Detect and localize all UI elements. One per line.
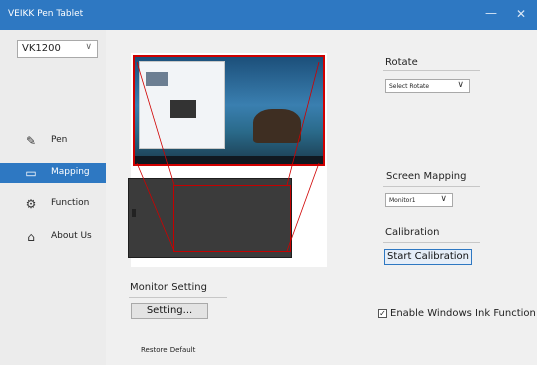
calibration-divider <box>383 242 480 243</box>
windows-ink-checkbox[interactable]: ✓ <box>378 309 387 318</box>
screen-mapping-select-value: Monitor1 <box>389 197 416 204</box>
model-select-value: VK1200 <box>22 43 61 54</box>
title-bar: VEIKK Pen Tablet — ✕ <box>0 0 537 30</box>
calibration-label: Calibration <box>385 227 440 238</box>
start-calibration-button[interactable]: Start Calibration <box>384 249 472 265</box>
sidebar-item-mapping[interactable]: ▭ Mapping <box>0 163 106 183</box>
tablet-preview-image <box>128 178 292 258</box>
tablet-side-button <box>132 209 136 217</box>
screen-mapping-select[interactable]: Monitor1 ∨ <box>385 193 453 207</box>
sidebar-item-label: Pen <box>51 135 68 145</box>
window-thumbnail-dark-panel <box>170 100 196 118</box>
windows-ink-label: Enable Windows Ink Function <box>390 308 536 319</box>
rotate-select[interactable]: Select Rotate ∨ <box>385 79 470 93</box>
screen-mapping-label: Screen Mapping <box>386 171 467 182</box>
chevron-down-icon: ∨ <box>440 194 447 204</box>
wallpaper-rock <box>253 109 301 143</box>
rotate-divider <box>383 70 480 71</box>
pen-icon: ✎ <box>25 134 37 148</box>
close-icon[interactable]: ✕ <box>516 7 526 21</box>
taskbar-thumbnail <box>135 156 323 164</box>
monitor-setting-button[interactable]: Setting... <box>131 303 208 319</box>
screen-mapping-divider <box>383 186 480 187</box>
monitor-setting-label: Monitor Setting <box>130 282 207 293</box>
chevron-down-icon: ∨ <box>85 42 92 52</box>
model-select[interactable]: VK1200 ∨ <box>17 40 98 58</box>
monitor-setting-divider <box>129 297 227 298</box>
gear-icon: ⚙ <box>25 197 37 211</box>
sidebar-item-label: About Us <box>51 231 92 241</box>
home-icon: ⌂ <box>27 230 35 244</box>
sidebar-item-label: Function <box>51 198 90 208</box>
tablet-active-area <box>173 185 291 252</box>
minimize-icon[interactable]: — <box>485 6 497 20</box>
sidebar-item-label: Mapping <box>51 167 90 177</box>
rotate-select-value: Select Rotate <box>389 83 430 90</box>
sidebar-item-pen[interactable]: ✎ Pen <box>0 131 106 151</box>
window-thumbnail-image <box>146 72 168 86</box>
restore-default-button[interactable]: Restore Default <box>141 346 195 354</box>
sidebar-item-function[interactable]: ⚙ Function <box>0 194 106 214</box>
sidebar-item-about-us[interactable]: ⌂ About Us <box>0 227 106 247</box>
monitor-icon: ▭ <box>25 166 37 180</box>
window-title: VEIKK Pen Tablet <box>8 9 84 19</box>
monitor-preview-image <box>133 55 325 166</box>
chevron-down-icon: ∨ <box>457 80 464 90</box>
app-window-thumbnail <box>139 61 225 149</box>
rotate-label: Rotate <box>385 57 418 68</box>
